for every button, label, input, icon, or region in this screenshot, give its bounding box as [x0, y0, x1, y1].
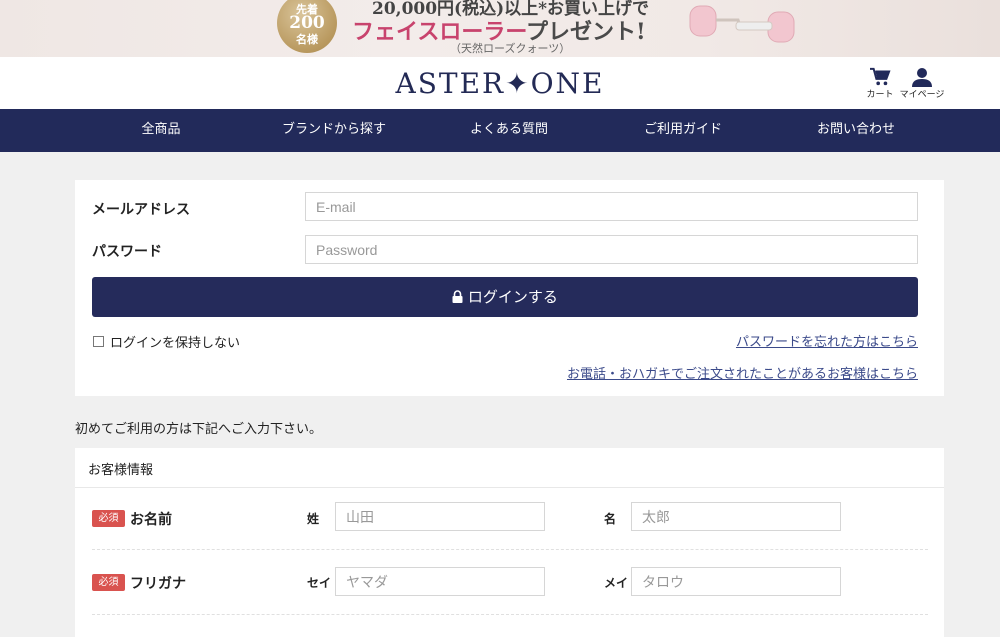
mypage-label: マイページ	[899, 90, 945, 100]
keep-login-checkbox[interactable]	[93, 336, 104, 347]
required-badge: 必須	[92, 510, 125, 527]
kana-first-label: メイ	[604, 576, 629, 590]
mypage-button[interactable]: マイページ	[892, 67, 952, 100]
login-button[interactable]: ログインする	[92, 277, 918, 317]
forgot-password-link[interactable]: パスワードを忘れた方はこちら	[736, 331, 918, 350]
new-user-intro: 初めてご利用の方は下記へご入力下さい。	[75, 422, 323, 437]
promo-badge: 先着 200 名様	[277, 0, 337, 53]
last-name-label: 姓	[307, 512, 320, 526]
phone-order-link[interactable]: お電話・おハガキでご注文されたことがあるお客様はこちら	[567, 363, 918, 382]
site-header: ASTER✦ONE カート マイページ	[0, 57, 1000, 109]
row-divider	[92, 549, 928, 550]
promo-line3: （天然ローズクォーツ）	[450, 42, 571, 55]
name-label: お名前	[130, 512, 172, 528]
keep-login-option[interactable]: ログインを保持しない	[93, 332, 240, 351]
face-roller-image	[689, 5, 795, 43]
password-input[interactable]	[305, 235, 918, 264]
main-nav: 全商品 ブランドから探す よくある質問 ご利用ガイド お問い合わせ	[0, 109, 1000, 152]
nav-faq[interactable]: よくある質問	[459, 109, 559, 152]
login-card: メールアドレス パスワード ログインする ログインを保持しない パスワードを忘れ…	[75, 180, 944, 396]
last-name-input[interactable]	[335, 502, 545, 531]
first-name-input[interactable]	[631, 502, 841, 531]
cart-icon	[870, 67, 891, 86]
promo-banner[interactable]: 先着 200 名様 20,000円(税込)以上*お買い上げで フェイスローラープ…	[0, 0, 1000, 57]
customer-info-title: お客様情報	[75, 448, 944, 488]
lock-icon	[452, 290, 463, 303]
nav-guide[interactable]: ご利用ガイド	[633, 109, 733, 152]
nav-all-products[interactable]: 全商品	[121, 109, 201, 152]
user-icon	[912, 68, 932, 87]
nav-brands[interactable]: ブランドから探す	[273, 109, 395, 152]
required-badge: 必須	[92, 574, 125, 591]
cart-label: カート	[866, 90, 894, 100]
kana-last-input[interactable]	[335, 567, 545, 596]
badge-bottom-text: 名様	[296, 33, 318, 46]
password-label: パスワード	[92, 244, 162, 260]
nav-contact[interactable]: お問い合わせ	[806, 109, 906, 152]
login-button-label: ログインする	[467, 288, 558, 306]
email-input[interactable]	[305, 192, 918, 221]
kana-last-label: セイ	[307, 576, 332, 590]
kana-label: フリガナ	[130, 576, 186, 592]
kana-first-input[interactable]	[631, 567, 841, 596]
badge-number: 200	[289, 13, 325, 33]
keep-login-label: ログインを保持しない	[110, 336, 241, 351]
row-divider	[92, 614, 928, 615]
first-name-label: 名	[604, 512, 617, 526]
email-label: メールアドレス	[92, 202, 190, 218]
customer-info-section: お客様情報 必須 お名前 姓 名 必須 フリガナ セイ メイ	[75, 448, 944, 637]
